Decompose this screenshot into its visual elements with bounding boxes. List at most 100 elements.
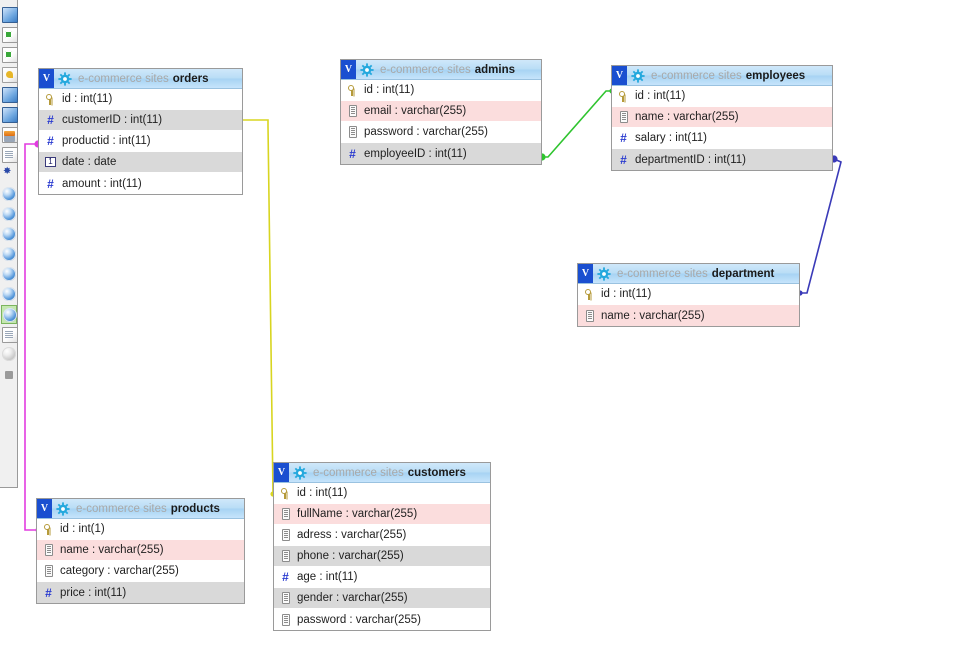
column-row[interactable]: name : varchar(255) [578,305,799,326]
toolbar-item-10[interactable] [1,205,17,224]
toolbar-item-11[interactable] [1,225,17,244]
toolbar-item-6[interactable] [1,125,18,144]
column-label: phone : varchar(255) [297,550,404,562]
table-header-admins[interactable]: Ve-commerce sites admins [341,60,541,80]
toolbar-item-15[interactable] [1,305,17,324]
table-header-products[interactable]: Ve-commerce sites products [37,499,244,519]
new-model-icon[interactable] [2,7,18,23]
schema-label: e-commerce sites [313,466,404,479]
primary-key-icon [583,287,596,301]
relation-2-icon[interactable] [2,207,16,221]
toolbar-item-9[interactable] [1,185,17,204]
misc-icon[interactable] [5,371,13,379]
column-row[interactable]: password : varchar(255) [274,609,490,630]
toolbar-item-0[interactable] [1,5,18,24]
toolbar-item-16[interactable] [1,325,18,344]
column-label: id : int(11) [297,487,348,499]
column-row[interactable]: password : varchar(255) [341,122,541,143]
column-row[interactable]: name : varchar(255) [612,107,832,128]
column-label: id : int(11) [364,84,415,96]
toolbar-item-13[interactable] [1,265,17,284]
column-label: salary : int(11) [635,132,708,144]
column-row[interactable]: gender : varchar(255) [274,588,490,609]
column-label: password : varchar(255) [364,126,488,138]
column-row[interactable]: productid : int(11) [39,131,242,152]
integer-type-icon [44,177,57,191]
column-row[interactable]: phone : varchar(255) [274,546,490,567]
export-icon[interactable] [2,127,18,143]
column-row[interactable]: employeeID : int(11) [341,143,541,164]
column-row[interactable]: id : int(11) [578,284,799,305]
toolbar-item-8[interactable] [1,165,17,184]
list-icon[interactable] [2,147,18,163]
column-label: employeeID : int(11) [364,147,467,160]
gear-icon [293,465,307,480]
column-row[interactable]: id : int(1) [37,519,244,540]
gear-icon [58,71,72,86]
column-row[interactable]: amount : int(11) [39,173,242,194]
varchar-type-icon [279,507,292,521]
column-row[interactable]: id : int(11) [39,89,242,110]
table-department[interactable]: Ve-commerce sites department id : int(11) n… [577,263,800,327]
varchar-type-icon [279,549,292,563]
table-header-employees[interactable]: Ve-commerce sites employees [612,66,832,86]
primary-key-icon [44,92,57,106]
vertical-icon-toolbar[interactable] [0,0,18,488]
column-row[interactable]: name : varchar(255) [37,540,244,561]
place-object-icon[interactable] [2,327,18,343]
column-row[interactable]: date : date [39,152,242,173]
column-row[interactable]: id : int(11) [341,80,541,101]
diagram-canvas[interactable]: Ve-commerce sitesordersid : int(11)custo… [0,0,962,653]
table-products[interactable]: Ve-commerce sites products id : int(1) name… [36,498,245,604]
column-row[interactable]: departmentID : int(11) [612,149,832,170]
blue-panel-icon[interactable] [2,87,18,103]
grey-sphere-icon[interactable] [2,347,16,361]
toolbar-item-5[interactable] [1,105,18,124]
column-row[interactable]: customerID : int(11) [39,110,242,131]
new-diagram-icon[interactable] [2,27,18,43]
relation-4-icon[interactable] [2,247,16,261]
table-header-orders[interactable]: Ve-commerce sites orders [39,69,242,89]
toolbar-item-18[interactable] [1,365,17,384]
column-row[interactable]: id : int(11) [274,483,490,504]
asterisk-icon[interactable] [2,165,16,181]
column-row[interactable]: age : int(11) [274,567,490,588]
column-row[interactable]: email : varchar(255) [341,101,541,122]
relation-6-icon[interactable] [2,287,16,301]
column-row[interactable]: category : varchar(255) [37,561,244,582]
table-header-customers[interactable]: Ve-commerce sites customers [274,463,490,483]
blue-panel-2-icon[interactable] [2,107,18,123]
column-label: category : varchar(255) [60,565,179,577]
toolbar-item-1[interactable] [1,25,18,44]
gear-icon [597,266,611,281]
toolbar-item-4[interactable] [1,85,18,104]
column-row[interactable]: salary : int(11) [612,128,832,149]
relation-5-icon[interactable] [2,267,16,281]
table-orders[interactable]: Ve-commerce sitesorders id : int(11) custo… [38,68,243,195]
toolbar-item-2[interactable] [1,45,18,64]
relation-7-icon[interactable] [3,308,17,322]
column-row[interactable]: fullName : varchar(255) [274,504,490,525]
add-table-icon[interactable] [2,47,18,63]
column-row[interactable]: price : int(11) [37,582,244,603]
relation-1-icon[interactable] [2,187,16,201]
view-badge-icon: V [612,66,627,85]
integer-type-icon [617,131,630,145]
column-row[interactable]: adress : varchar(255) [274,525,490,546]
primary-key-icon[interactable] [2,67,18,83]
table-header-department[interactable]: Ve-commerce sites department [578,264,799,284]
column-row[interactable]: id : int(11) [612,86,832,107]
varchar-type-icon [346,125,359,139]
column-label: departmentID : int(11) [635,153,747,166]
toolbar-item-7[interactable] [1,145,18,164]
relation-3-icon[interactable] [2,227,16,241]
table-admins[interactable]: Ve-commerce sites admins id : int(11) email… [340,59,542,165]
toolbar-item-14[interactable] [1,285,17,304]
view-badge-icon: V [39,69,54,88]
toolbar-item-12[interactable] [1,245,17,264]
table-employees[interactable]: Ve-commerce sites employees id : int(11) na… [611,65,833,171]
schema-label: e-commerce sites [617,267,708,280]
table-customers[interactable]: Ve-commerce sites customers id : int(11) fu… [273,462,491,631]
toolbar-item-17[interactable] [1,345,17,364]
toolbar-item-3[interactable] [1,65,18,84]
